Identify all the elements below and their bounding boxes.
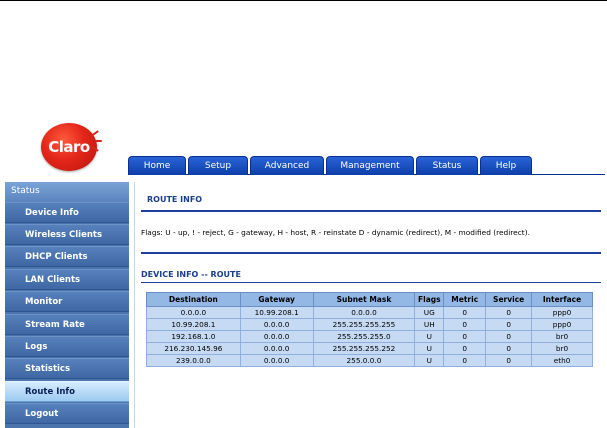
logo-text: Claro [48,138,90,156]
table-row: 0.0.0.0 10.99.208.1 0.0.0.0 UG 0 0 ppp0 [146,306,593,319]
col-interface: Interface [531,292,593,307]
table-row: 192.168.1.0 0.0.0.0 255.255.255.0 U 0 0 … [146,330,593,343]
cell-destination: 0.0.0.0 [146,306,241,319]
cell-service: 0 [485,318,533,331]
cell-metric: 0 [443,342,487,355]
cell-flags: UG [414,306,445,319]
tab-home[interactable]: Home [128,156,186,175]
section-title: DEVICE INFO -- ROUTE [141,270,241,279]
divider [141,282,601,283]
cell-subnet-mask: 255.255.255.0 [312,330,416,343]
tab-status[interactable]: Status [416,156,478,175]
cell-flags: UH [414,318,445,331]
cell-flags: U [414,354,445,367]
cell-metric: 0 [443,318,487,331]
cell-subnet-mask: 0.0.0.0 [312,306,416,319]
cell-service: 0 [485,342,533,355]
col-flags: Flags [414,292,445,307]
tab-setup[interactable]: Setup [188,156,248,175]
cell-interface: br0 [531,330,593,343]
sidebar-item-route-info[interactable]: Route Info [5,381,129,402]
sidebar-item-wireless-clients[interactable]: Wireless Clients [5,224,129,245]
cell-gateway: 0.0.0.0 [239,342,314,355]
cell-subnet-mask: 255.0.0.0 [312,354,416,367]
cell-service: 0 [485,330,533,343]
cell-subnet-mask: 255.255.255.252 [312,342,416,355]
col-metric: Metric [443,292,487,307]
col-service: Service [485,292,533,307]
sidebar-header: Status [5,182,129,202]
cell-destination: 239.0.0.0 [146,354,241,367]
tab-help[interactable]: Help [480,156,532,175]
logo-ray [95,140,102,142]
logo-ray [92,130,99,136]
route-table: Destination Gateway Subnet Mask Flags Me… [146,292,593,367]
cell-destination: 10.99.208.1 [146,318,241,331]
cell-destination: 216.230.145.96 [146,342,241,355]
cell-gateway: 0.0.0.0 [239,318,314,331]
sidebar-item-logs[interactable]: Logs [5,336,129,357]
sidebar-item-dhcp-clients[interactable]: DHCP Clients [5,246,129,267]
cell-metric: 0 [443,306,487,319]
cell-metric: 0 [443,330,487,343]
divider [141,210,601,212]
table-header-row: Destination Gateway Subnet Mask Flags Me… [146,292,593,307]
sidebar-item-logout[interactable]: Logout [5,403,129,424]
tab-management[interactable]: Management [326,156,414,175]
tab-advanced[interactable]: Advanced [250,156,324,175]
col-gateway: Gateway [239,292,314,307]
cell-flags: U [414,342,445,355]
divider [141,252,601,254]
col-destination: Destination [146,292,241,307]
cell-interface: br0 [531,342,593,355]
cell-interface: eth0 [531,354,593,367]
cell-destination: 192.168.1.0 [146,330,241,343]
cell-interface: ppp0 [531,318,593,331]
sidebar-item-lan-clients[interactable]: LAN Clients [5,269,129,290]
cell-service: 0 [485,354,533,367]
sidebar-item-device-info[interactable]: Device Info [5,202,129,223]
cell-gateway: 10.99.208.1 [239,306,314,319]
sidebar-item-statistics[interactable]: Statistics [5,358,129,379]
col-subnet-mask: Subnet Mask [312,292,416,307]
table-row: 216.230.145.96 0.0.0.0 255.255.255.252 U… [146,342,593,355]
cell-gateway: 0.0.0.0 [239,330,314,343]
cell-subnet-mask: 255.255.255.255 [312,318,416,331]
table-row: 239.0.0.0 0.0.0.0 255.0.0.0 U 0 0 eth0 [146,354,593,367]
flags-legend: Flags: U - up, ! - reject, G - gateway, … [141,228,530,237]
sidebar-item-monitor[interactable]: Monitor [5,291,129,312]
sidebar-item-stream-rate[interactable]: Stream Rate [5,314,129,335]
cell-flags: U [414,330,445,343]
cell-interface: ppp0 [531,306,593,319]
table-row: 10.99.208.1 0.0.0.0 255.255.255.255 UH 0… [146,318,593,331]
cell-service: 0 [485,306,533,319]
page-title: ROUTE INFO [147,195,203,204]
top-border [0,0,607,1]
cell-metric: 0 [443,354,487,367]
cell-gateway: 0.0.0.0 [239,354,314,367]
